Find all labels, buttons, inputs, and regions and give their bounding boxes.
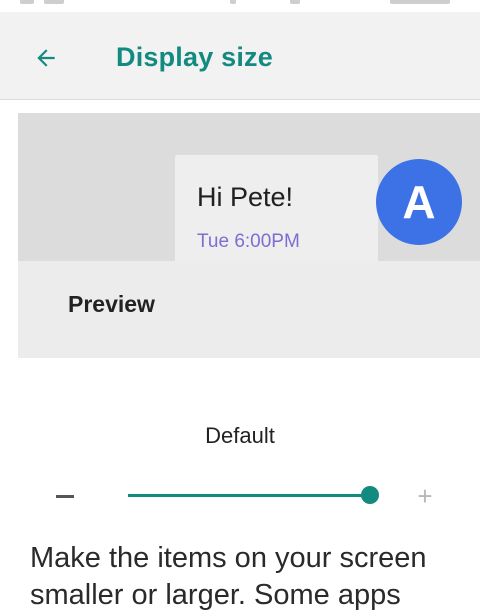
message-timestamp: Tue 6:00PM — [197, 231, 300, 252]
message-bubble: Hi Pete! Tue 6:00PM — [175, 155, 378, 261]
slider-track[interactable] — [128, 494, 370, 497]
description-text: Make the items on your screen smaller or… — [30, 540, 480, 614]
app-bar: Display size — [0, 12, 480, 100]
preview-panel: Hi Pete! Tue 6:00PM A Preview — [18, 113, 480, 358]
avatar: A — [376, 159, 462, 245]
page-title: Display size — [116, 42, 273, 72]
minus-icon — [56, 494, 74, 498]
back-arrow-icon — [37, 49, 55, 67]
preview-label: Preview — [68, 291, 155, 317]
display-size-value: Default — [205, 423, 275, 448]
display-size-slider: + — [0, 470, 480, 520]
preview-chat: Hi Pete! Tue 6:00PM A — [18, 113, 480, 261]
slider-thumb[interactable] — [361, 486, 379, 504]
decrease-size-button[interactable] — [40, 476, 90, 516]
plus-icon: + — [417, 480, 433, 511]
description-line-2: smaller or larger. Some apps — [30, 579, 401, 611]
increase-size-button[interactable]: + — [405, 476, 445, 516]
message-text: Hi Pete! — [197, 182, 294, 212]
description-line-1: Make the items on your screen — [30, 542, 427, 574]
back-button[interactable] — [22, 38, 70, 78]
avatar-letter: A — [402, 176, 436, 228]
status-bar — [0, 0, 480, 12]
